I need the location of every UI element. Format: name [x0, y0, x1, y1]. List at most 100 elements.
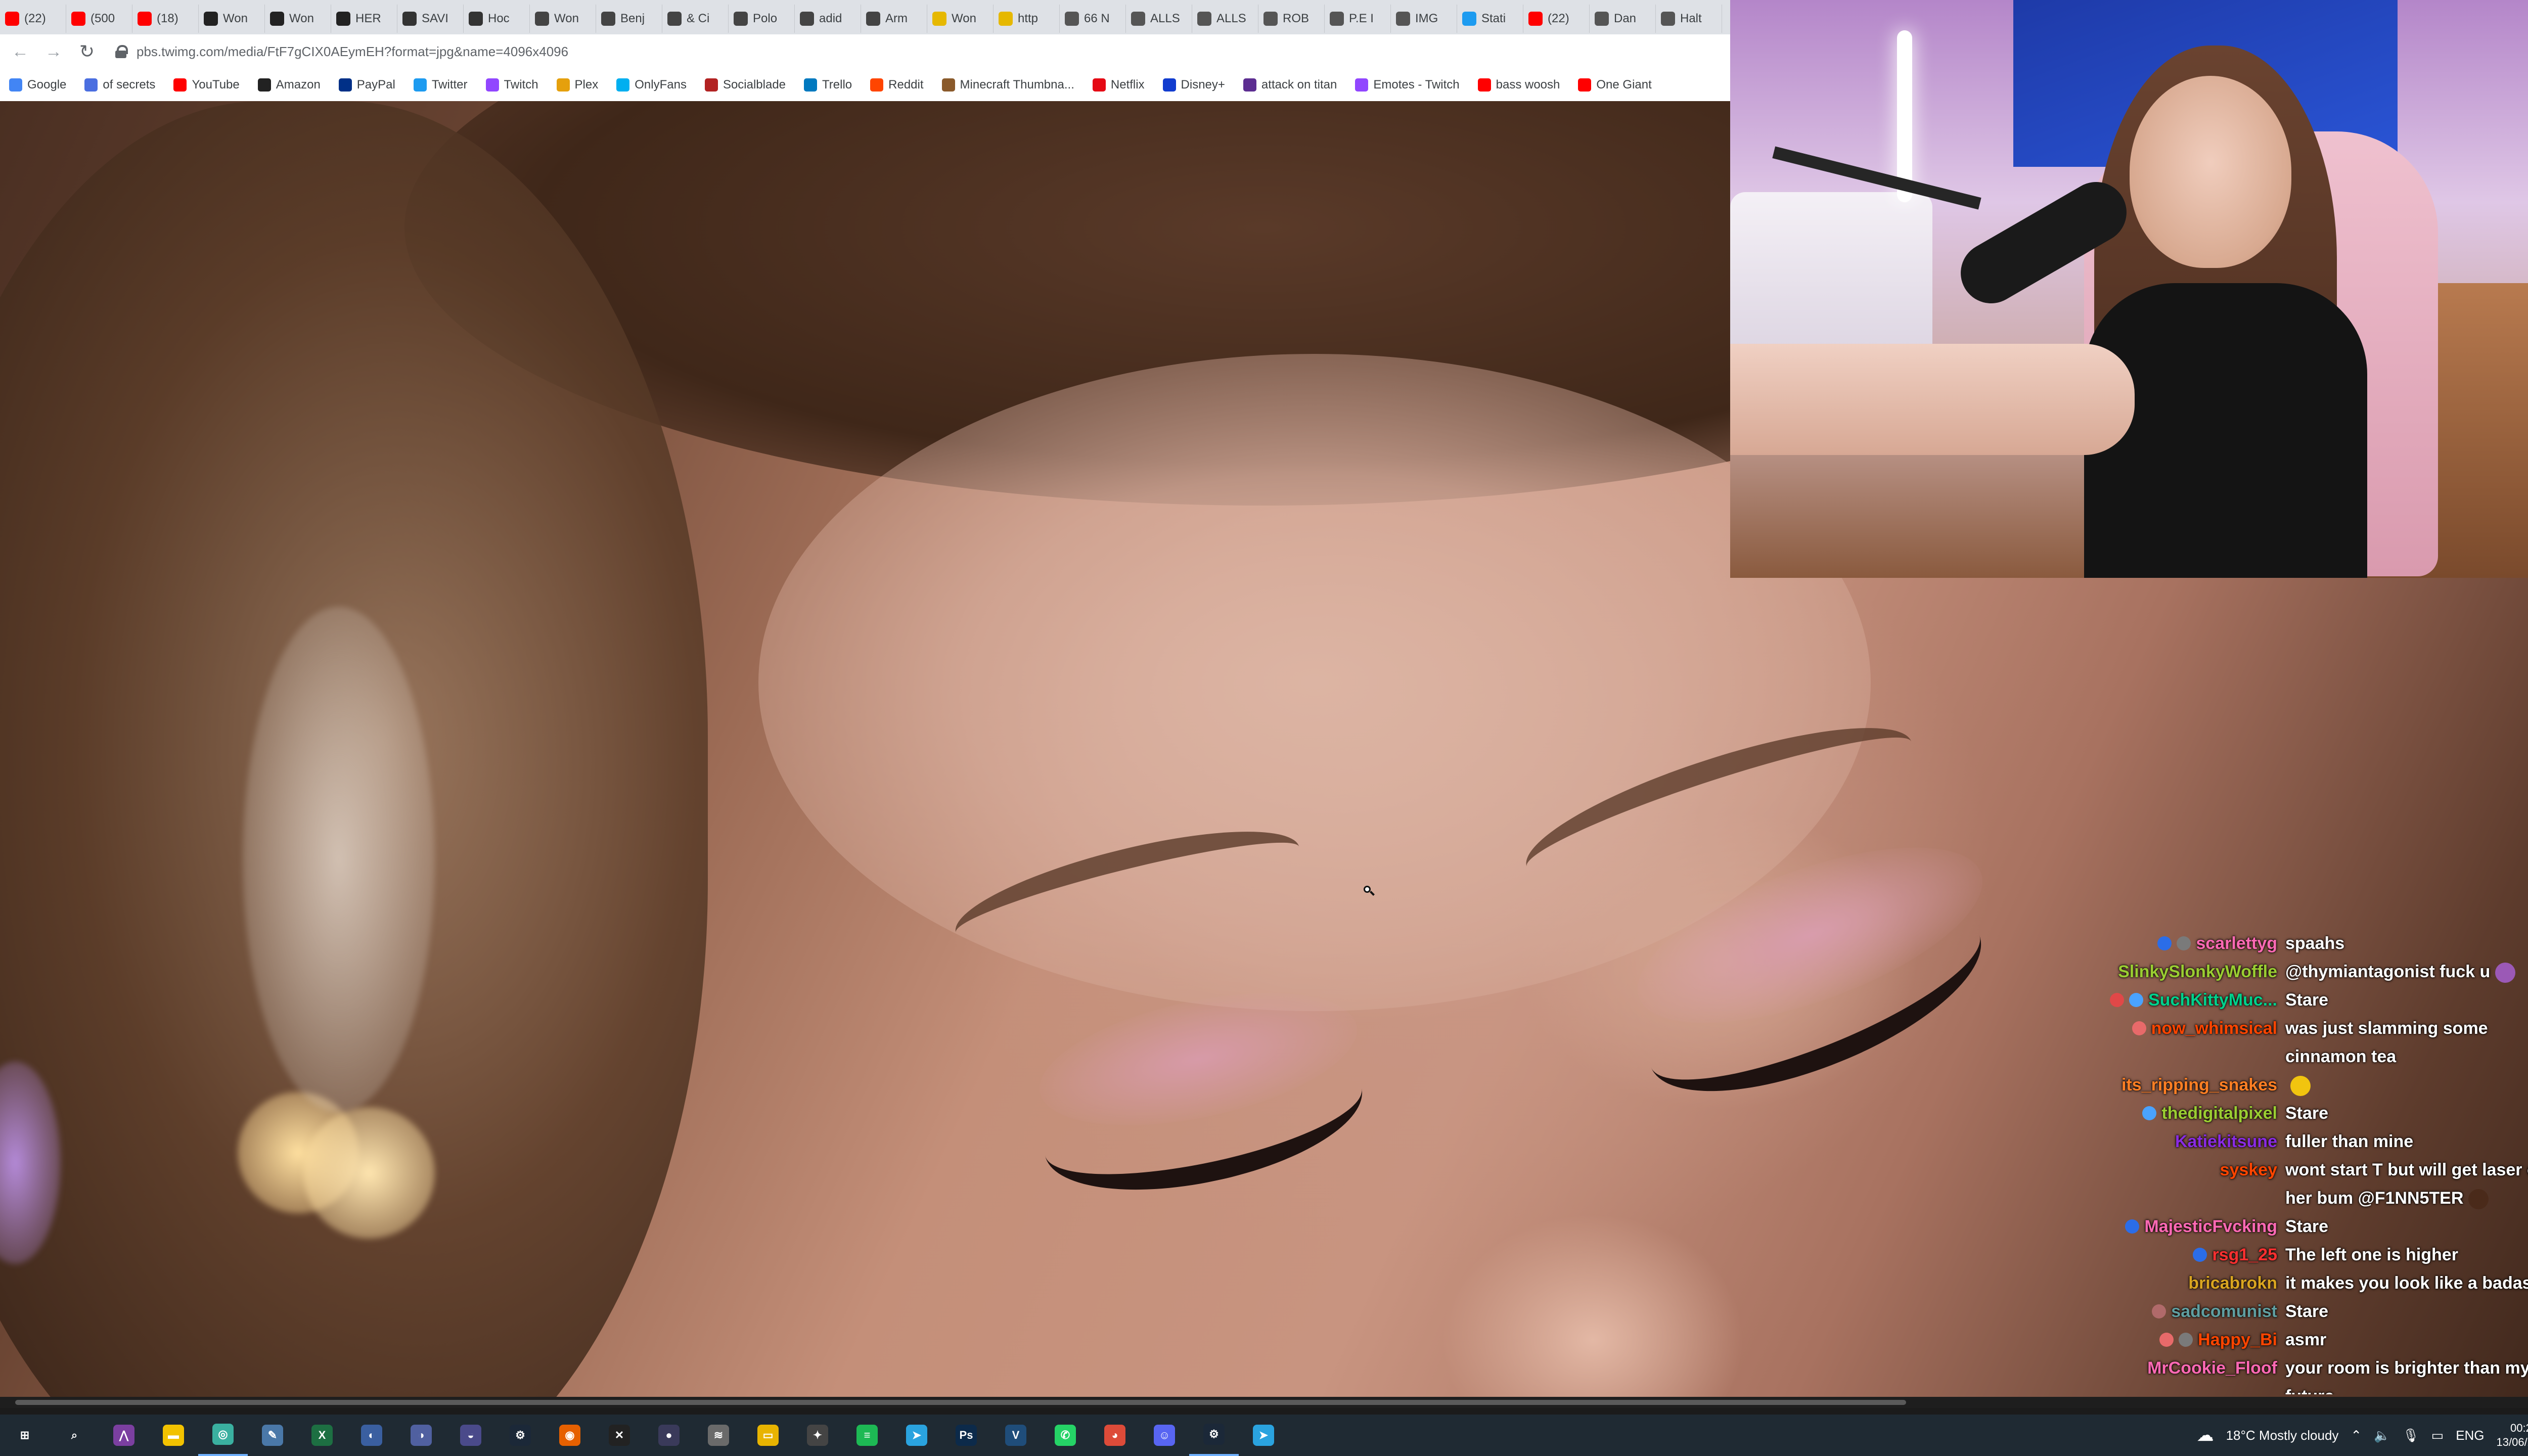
taskbar-app[interactable]: ◒ — [446, 1415, 495, 1456]
chat-username[interactable]: syskey — [2220, 1156, 2277, 1184]
browser-tab[interactable]: Stati — [1457, 5, 1523, 33]
taskbar-app[interactable]: ✆ — [1041, 1415, 1090, 1456]
taskbar-app[interactable]: ➤ — [892, 1415, 941, 1456]
browser-tab[interactable]: (22) — [1523, 5, 1590, 33]
chat-username[interactable]: SlinkySlonkyWoffle — [2118, 958, 2277, 986]
volume-icon[interactable]: 🔈 — [2374, 1428, 2390, 1443]
horizontal-scrollbar[interactable] — [0, 1397, 2528, 1408]
bookmark-item[interactable]: bass woosh — [1469, 78, 1569, 92]
chat-username[interactable]: bricabrokn — [2188, 1269, 2277, 1297]
taskbar-app[interactable]: ▭ — [743, 1415, 793, 1456]
back-button[interactable]: ← — [7, 38, 33, 65]
taskbar-app[interactable]: ◑ — [396, 1415, 446, 1456]
language-indicator[interactable]: ENG — [2456, 1428, 2484, 1443]
taskbar-app[interactable]: ◉ — [545, 1415, 595, 1456]
bookmark-item[interactable]: Google — [0, 78, 75, 92]
taskbar-app[interactable]: ➤ — [1239, 1415, 1288, 1456]
taskbar-app[interactable]: ◎ — [198, 1415, 248, 1456]
bookmark-item[interactable]: Netflix — [1084, 78, 1154, 92]
bookmark-item[interactable]: One Giant — [1569, 78, 1660, 92]
browser-tab[interactable]: ALLS — [1192, 5, 1258, 33]
taskbar-app[interactable]: ✎ — [248, 1415, 297, 1456]
taskbar-app[interactable]: ▬ — [149, 1415, 198, 1456]
browser-tab[interactable]: (22) — [0, 5, 66, 33]
chat-username[interactable]: scarlettyg — [2196, 929, 2277, 958]
browser-tab[interactable]: Won — [927, 5, 994, 33]
browser-tab[interactable]: Won — [530, 5, 596, 33]
browser-tab[interactable]: Benj — [596, 5, 662, 33]
taskbar-app[interactable]: ◐ — [347, 1415, 396, 1456]
chat-username[interactable]: Katiekitsune — [2175, 1127, 2277, 1156]
browser-tab[interactable]: Dan — [1590, 5, 1656, 33]
bookmark-item[interactable]: OnlyFans — [607, 78, 696, 92]
browser-tab[interactable]: Halt — [1656, 5, 1722, 33]
taskbar-app[interactable]: ⚙ — [1189, 1415, 1239, 1456]
bookmark-item[interactable]: Minecraft Thumbna... — [933, 78, 1084, 92]
url-field[interactable]: pbs.twimg.com/media/FtF7gCIX0AEymEH?form… — [115, 39, 1715, 64]
browser-tab[interactable]: http — [994, 5, 1060, 33]
microphone-tray-icon[interactable]: 🎙 — [2403, 1428, 2419, 1443]
browser-tab[interactable]: ROB — [1258, 5, 1325, 33]
chat-username[interactable]: MajesticFvcking — [2144, 1212, 2277, 1241]
taskbar-app[interactable]: ☺ — [1140, 1415, 1189, 1456]
chat-username[interactable]: Happy_Bi — [2198, 1326, 2277, 1354]
bookmark-item[interactable]: Trello — [795, 78, 861, 92]
taskbar-app[interactable]: ≋ — [694, 1415, 743, 1456]
chat-username[interactable]: its_ripping_snakes — [2121, 1071, 2277, 1099]
bookmark-item[interactable]: attack on titan — [1234, 78, 1346, 92]
taskbar-app[interactable]: Ps — [941, 1415, 991, 1456]
taskbar-app[interactable]: V — [991, 1415, 1041, 1456]
bookmark-item[interactable]: Disney+ — [1154, 78, 1234, 92]
browser-tab[interactable]: (500 — [66, 5, 132, 33]
browser-tab[interactable]: ALLS — [1126, 5, 1192, 33]
chat-username[interactable]: rsg1_25 — [2212, 1241, 2277, 1269]
chat-username[interactable]: MrCookie_Floof — [2147, 1354, 2277, 1382]
browser-tab[interactable]: SAVI — [397, 5, 464, 33]
scrollbar-thumb[interactable] — [15, 1400, 1906, 1405]
forward-button[interactable]: → — [40, 38, 67, 65]
bookmark-item[interactable]: Emotes - Twitch — [1346, 78, 1468, 92]
bookmark-item[interactable]: Twitch — [477, 78, 548, 92]
taskbar-app[interactable]: ◕ — [1090, 1415, 1140, 1456]
taskbar-app[interactable]: ● — [644, 1415, 694, 1456]
bookmark-item[interactable]: Amazon — [249, 78, 330, 92]
chat-badge-icon — [2157, 936, 2172, 950]
bookmark-item[interactable]: Socialblade — [696, 78, 795, 92]
browser-tab[interactable]: (18) — [132, 5, 199, 33]
chat-username[interactable]: SuchKittyMuc... — [2148, 986, 2277, 1014]
chat-username[interactable]: thedigitalpixel — [2161, 1099, 2277, 1127]
bookmark-item[interactable]: PayPal — [330, 78, 404, 92]
browser-tab[interactable]: Won — [265, 5, 331, 33]
clock[interactable]: 00:28 13/06/2023 — [2497, 1421, 2528, 1449]
browser-tab[interactable]: HER — [331, 5, 397, 33]
bookmark-item[interactable]: Twitter — [404, 78, 477, 92]
taskbar-app[interactable]: ⋀ — [99, 1415, 149, 1456]
chat-username[interactable]: sadcomunist — [2171, 1297, 2277, 1326]
bookmark-item[interactable]: Plex — [548, 78, 608, 92]
browser-tab[interactable]: P.E I — [1325, 5, 1391, 33]
reload-button[interactable]: ↻ — [74, 38, 100, 65]
browser-tab[interactable]: Won — [199, 5, 265, 33]
browser-tab[interactable]: Arm — [861, 5, 927, 33]
weather-text[interactable]: 18°C Mostly cloudy — [2226, 1428, 2339, 1443]
browser-tab[interactable]: Hoc — [464, 5, 530, 33]
taskbar-app[interactable]: ✕ — [595, 1415, 644, 1456]
bookmark-item[interactable]: YouTube — [164, 78, 248, 92]
taskbar-app[interactable]: ⊞ — [0, 1415, 50, 1456]
taskbar-app[interactable]: ≡ — [842, 1415, 892, 1456]
browser-tab[interactable]: & Ci — [662, 5, 729, 33]
bookmark-item[interactable]: of secrets — [75, 78, 164, 92]
browser-tab[interactable]: IMG — [1391, 5, 1457, 33]
browser-tab[interactable]: Polo — [729, 5, 795, 33]
bookmark-item[interactable]: Reddit — [861, 78, 932, 92]
taskbar-app[interactable]: ⌕ — [50, 1415, 99, 1456]
browser-tab[interactable]: 66 N — [1060, 5, 1126, 33]
taskbar-app[interactable]: X — [297, 1415, 347, 1456]
bookmark-label: Disney+ — [1181, 78, 1225, 92]
chevron-up-icon[interactable]: ⌃ — [2351, 1428, 2362, 1443]
taskbar-app[interactable]: ⚙ — [495, 1415, 545, 1456]
network-icon[interactable]: ▭ — [2431, 1428, 2444, 1443]
taskbar-app[interactable]: ✦ — [793, 1415, 842, 1456]
browser-tab[interactable]: adid — [795, 5, 861, 33]
chat-username[interactable]: now_whimsical — [2151, 1014, 2277, 1042]
